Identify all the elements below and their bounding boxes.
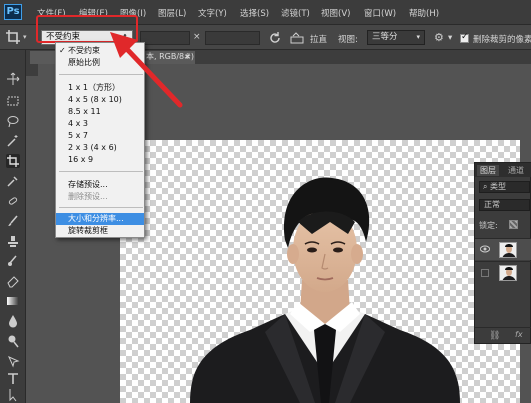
layer-thumbnail xyxy=(499,265,517,281)
menu-layer[interactable]: 图层(L) xyxy=(158,7,186,19)
menu-select[interactable]: 选择(S) xyxy=(240,7,269,19)
delete-cropped-label: 删除裁剪的像素 xyxy=(473,35,531,45)
dropdown-item-ratio[interactable]: 5 x 7 xyxy=(56,130,144,142)
eraser-icon[interactable] xyxy=(6,274,20,288)
dropdown-item-ratio[interactable]: 2 x 3 (4 x 6) xyxy=(56,142,144,154)
ruler-corner xyxy=(26,64,38,76)
dropdown-item-size-resolution[interactable]: 大小和分辨率... xyxy=(56,213,144,225)
tab-channels[interactable]: 通道 xyxy=(508,165,524,176)
dropdown-item-delete-preset: 删除预设... xyxy=(68,192,108,201)
menu-type[interactable]: 文字(Y) xyxy=(198,7,227,19)
visibility-toggle[interactable] xyxy=(481,269,489,277)
tool-preset-chevron-icon[interactable]: ▾ xyxy=(23,33,31,41)
swap-icon[interactable]: × xyxy=(193,32,201,42)
ps-logo: Ps xyxy=(4,4,22,20)
layer-filter[interactable]: ⌕ 类型 xyxy=(479,181,530,193)
eyedropper-icon[interactable] xyxy=(6,174,20,188)
marquee-tool-icon[interactable] xyxy=(6,94,20,108)
link-icon[interactable]: ⛓ xyxy=(489,331,500,341)
dropdown-item-ratio[interactable]: 16 x 9 xyxy=(56,154,144,166)
tab-layers[interactable]: 图层 xyxy=(477,165,499,176)
crop-tool-icon[interactable] xyxy=(6,30,20,44)
tools-panel xyxy=(0,50,26,403)
type-tool-icon[interactable] xyxy=(6,372,20,386)
healing-brush-icon[interactable] xyxy=(6,194,20,208)
menu-filter[interactable]: 滤镜(T) xyxy=(281,7,310,19)
history-brush-icon[interactable] xyxy=(6,254,20,268)
magic-wand-icon[interactable] xyxy=(6,134,20,148)
pen-tool-icon[interactable] xyxy=(6,354,20,368)
lock-transparency-icon[interactable] xyxy=(509,220,518,229)
lasso-tool-icon[interactable] xyxy=(6,114,20,128)
annotation-arrow xyxy=(110,32,183,108)
lock-label: 锁定: xyxy=(479,221,498,230)
gradient-tool-icon[interactable] xyxy=(6,294,20,308)
dropdown-separator xyxy=(59,171,143,172)
photoshop-window: Ps 文件(F) 编辑(E) 图像(I) 图层(L) 文字(Y) 选择(S) 滤… xyxy=(0,0,531,403)
menu-help[interactable]: 帮助(H) xyxy=(409,7,439,19)
dodge-tool-icon[interactable] xyxy=(6,334,20,348)
dropdown-item-rotate-crop-box[interactable]: 旋转裁剪框 xyxy=(56,225,144,237)
dropdown-item-ratio[interactable]: 4 x 3 xyxy=(56,118,144,130)
crop-tool-active-icon[interactable] xyxy=(6,154,20,168)
person-photo xyxy=(190,177,460,403)
layer-row[interactable] xyxy=(475,261,531,283)
eye-icon[interactable] xyxy=(480,245,490,253)
menu-view[interactable]: 视图(V) xyxy=(321,7,350,19)
view-select-value: 三等分 xyxy=(372,32,398,42)
view-select[interactable]: 三等分 ▾ xyxy=(367,30,425,45)
chevron-down-icon: ▾ xyxy=(416,33,420,41)
layers-panel: 图层 通道 ⌕ 类型 正常 锁定: ⛓ fx xyxy=(474,162,531,344)
dropdown-separator xyxy=(59,207,143,208)
layers-panel-footer: ⛓ fx xyxy=(475,327,531,343)
straighten-label[interactable]: 拉直 xyxy=(310,33,327,45)
clone-stamp-icon[interactable] xyxy=(6,234,20,248)
view-label: 视图: xyxy=(338,35,358,45)
move-tool-icon[interactable] xyxy=(6,72,20,86)
height-field[interactable] xyxy=(205,31,260,45)
checkmark-icon: ✓ xyxy=(59,46,66,55)
layer-row[interactable] xyxy=(475,238,531,260)
brush-tool-icon[interactable] xyxy=(6,214,20,228)
dropdown-item-label: 原始比例 xyxy=(68,58,100,67)
gear-icon[interactable]: ⚙ xyxy=(434,32,444,43)
search-icon: ⌕ xyxy=(483,182,488,191)
delete-cropped-checkbox[interactable] xyxy=(460,32,469,43)
blend-mode-select[interactable]: 正常 xyxy=(479,199,530,211)
dropdown-item-save-preset[interactable]: 存储预设... xyxy=(56,179,144,191)
gear-chevron-icon[interactable]: ▾ xyxy=(448,33,452,43)
clear-icon[interactable] xyxy=(268,31,282,45)
path-select-icon[interactable] xyxy=(6,388,20,402)
fx-icon[interactable]: fx xyxy=(515,330,523,339)
blur-tool-icon[interactable] xyxy=(6,314,20,328)
dropdown-item-label: 不受约束 xyxy=(68,46,100,55)
straighten-icon[interactable] xyxy=(290,32,304,44)
layer-filter-label: 类型 xyxy=(490,182,507,191)
layer-thumbnail xyxy=(499,242,517,258)
layers-panel-tabs: 图层 通道 xyxy=(475,163,531,177)
menu-window[interactable]: 窗口(W) xyxy=(364,7,396,19)
